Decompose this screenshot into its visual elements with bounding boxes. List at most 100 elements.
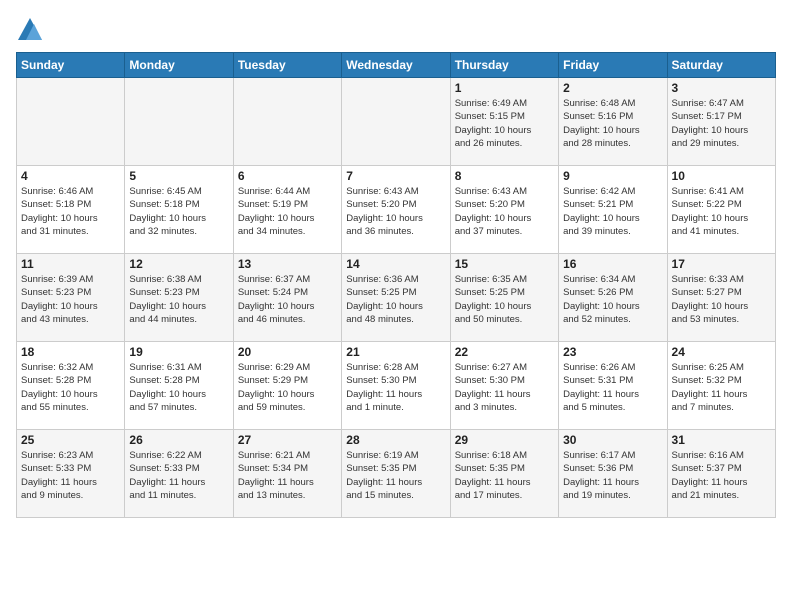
day-info: Sunrise: 6:27 AM Sunset: 5:30 PM Dayligh… bbox=[455, 361, 554, 414]
calendar-cell: 27 Sunrise: 6:21 AM Sunset: 5:34 PM Dayli… bbox=[233, 430, 341, 518]
day-info: Sunrise: 6:43 AM Sunset: 5:20 PM Dayligh… bbox=[346, 185, 445, 238]
calendar-cell: 11 Sunrise: 6:39 AM Sunset: 5:23 PM Dayli… bbox=[17, 254, 125, 342]
weekday-header-row: SundayMondayTuesdayWednesdayThursdayFrid… bbox=[17, 53, 776, 78]
weekday-header-monday: Monday bbox=[125, 53, 233, 78]
day-number: 27 bbox=[238, 433, 337, 447]
day-number: 21 bbox=[346, 345, 445, 359]
day-info: Sunrise: 6:26 AM Sunset: 5:31 PM Dayligh… bbox=[563, 361, 662, 414]
day-info: Sunrise: 6:39 AM Sunset: 5:23 PM Dayligh… bbox=[21, 273, 120, 326]
calendar-cell: 13Sunrise: 6:37 AM Sunset: 5:24 PM Dayli… bbox=[233, 254, 341, 342]
day-number: 14 bbox=[346, 257, 445, 271]
weekday-header-sunday: Sunday bbox=[17, 53, 125, 78]
calendar-cell: 6 Sunrise: 6:44 AM Sunset: 5:19 PM Daylig… bbox=[233, 166, 341, 254]
day-number: 18 bbox=[21, 345, 120, 359]
day-number: 4 bbox=[21, 169, 120, 183]
day-number: 11 bbox=[21, 257, 120, 271]
day-info: Sunrise: 6:33 AM Sunset: 5:27 PM Dayligh… bbox=[672, 273, 771, 326]
weekday-header-tuesday: Tuesday bbox=[233, 53, 341, 78]
calendar-cell: 21 Sunrise: 6:28 AM Sunset: 5:30 PM Dayli… bbox=[342, 342, 450, 430]
day-info: Sunrise: 6:42 AM Sunset: 5:21 PM Dayligh… bbox=[563, 185, 662, 238]
day-number: 12 bbox=[129, 257, 228, 271]
calendar-week-row: 11 Sunrise: 6:39 AM Sunset: 5:23 PM Dayli… bbox=[17, 254, 776, 342]
day-info: Sunrise: 6:38 AM Sunset: 5:23 PM Dayligh… bbox=[129, 273, 228, 326]
calendar-cell: 12 Sunrise: 6:38 AM Sunset: 5:23 PM Dayli… bbox=[125, 254, 233, 342]
calendar-cell: 15Sunrise: 6:35 AM Sunset: 5:25 PM Dayli… bbox=[450, 254, 558, 342]
day-number: 28 bbox=[346, 433, 445, 447]
day-info: Sunrise: 6:23 AM Sunset: 5:33 PM Dayligh… bbox=[21, 449, 120, 502]
calendar-cell bbox=[125, 78, 233, 166]
logo-icon bbox=[16, 16, 44, 44]
calendar-cell: 1 Sunrise: 6:49 AM Sunset: 5:15 PM Daylig… bbox=[450, 78, 558, 166]
calendar-week-row: 18Sunrise: 6:32 AM Sunset: 5:28 PM Dayli… bbox=[17, 342, 776, 430]
day-number: 9 bbox=[563, 169, 662, 183]
calendar-week-row: 1 Sunrise: 6:49 AM Sunset: 5:15 PM Daylig… bbox=[17, 78, 776, 166]
calendar-cell: 2 Sunrise: 6:48 AM Sunset: 5:16 PM Daylig… bbox=[559, 78, 667, 166]
calendar-week-row: 4 Sunrise: 6:46 AM Sunset: 5:18 PM Daylig… bbox=[17, 166, 776, 254]
day-number: 8 bbox=[455, 169, 554, 183]
day-info: Sunrise: 6:25 AM Sunset: 5:32 PM Dayligh… bbox=[672, 361, 771, 414]
day-number: 30 bbox=[563, 433, 662, 447]
day-number: 24 bbox=[672, 345, 771, 359]
calendar-cell bbox=[342, 78, 450, 166]
calendar-table: SundayMondayTuesdayWednesdayThursdayFrid… bbox=[16, 52, 776, 518]
day-number: 10 bbox=[672, 169, 771, 183]
calendar-cell: 24 Sunrise: 6:25 AM Sunset: 5:32 PM Dayli… bbox=[667, 342, 775, 430]
calendar-cell bbox=[17, 78, 125, 166]
day-info: Sunrise: 6:28 AM Sunset: 5:30 PM Dayligh… bbox=[346, 361, 445, 414]
calendar-cell: 19 Sunrise: 6:31 AM Sunset: 5:28 PM Dayli… bbox=[125, 342, 233, 430]
day-number: 25 bbox=[21, 433, 120, 447]
day-info: Sunrise: 6:48 AM Sunset: 5:16 PM Dayligh… bbox=[563, 97, 662, 150]
day-number: 2 bbox=[563, 81, 662, 95]
day-number: 29 bbox=[455, 433, 554, 447]
day-info: Sunrise: 6:19 AM Sunset: 5:35 PM Dayligh… bbox=[346, 449, 445, 502]
day-number: 15 bbox=[455, 257, 554, 271]
calendar-cell: 3Sunrise: 6:47 AM Sunset: 5:17 PM Daylig… bbox=[667, 78, 775, 166]
calendar-cell: 20 Sunrise: 6:29 AM Sunset: 5:29 PM Dayli… bbox=[233, 342, 341, 430]
day-number: 22 bbox=[455, 345, 554, 359]
calendar-cell bbox=[233, 78, 341, 166]
day-number: 23 bbox=[563, 345, 662, 359]
calendar-cell: 14 Sunrise: 6:36 AM Sunset: 5:25 PM Dayli… bbox=[342, 254, 450, 342]
day-number: 17 bbox=[672, 257, 771, 271]
day-info: Sunrise: 6:49 AM Sunset: 5:15 PM Dayligh… bbox=[455, 97, 554, 150]
day-info: Sunrise: 6:21 AM Sunset: 5:34 PM Dayligh… bbox=[238, 449, 337, 502]
day-info: Sunrise: 6:37 AM Sunset: 5:24 PM Dayligh… bbox=[238, 273, 337, 326]
day-info: Sunrise: 6:43 AM Sunset: 5:20 PM Dayligh… bbox=[455, 185, 554, 238]
day-number: 7 bbox=[346, 169, 445, 183]
calendar-cell: 4 Sunrise: 6:46 AM Sunset: 5:18 PM Daylig… bbox=[17, 166, 125, 254]
day-info: Sunrise: 6:29 AM Sunset: 5:29 PM Dayligh… bbox=[238, 361, 337, 414]
weekday-header-saturday: Saturday bbox=[667, 53, 775, 78]
day-info: Sunrise: 6:22 AM Sunset: 5:33 PM Dayligh… bbox=[129, 449, 228, 502]
calendar-cell: 17 Sunrise: 6:33 AM Sunset: 5:27 PM Dayli… bbox=[667, 254, 775, 342]
calendar-cell: 30 Sunrise: 6:17 AM Sunset: 5:36 PM Dayli… bbox=[559, 430, 667, 518]
calendar-cell: 5Sunrise: 6:45 AM Sunset: 5:18 PM Daylig… bbox=[125, 166, 233, 254]
day-info: Sunrise: 6:34 AM Sunset: 5:26 PM Dayligh… bbox=[563, 273, 662, 326]
day-info: Sunrise: 6:17 AM Sunset: 5:36 PM Dayligh… bbox=[563, 449, 662, 502]
day-info: Sunrise: 6:31 AM Sunset: 5:28 PM Dayligh… bbox=[129, 361, 228, 414]
day-number: 20 bbox=[238, 345, 337, 359]
calendar-cell: 18Sunrise: 6:32 AM Sunset: 5:28 PM Dayli… bbox=[17, 342, 125, 430]
day-number: 3 bbox=[672, 81, 771, 95]
calendar-cell: 9 Sunrise: 6:42 AM Sunset: 5:21 PM Daylig… bbox=[559, 166, 667, 254]
day-info: Sunrise: 6:45 AM Sunset: 5:18 PM Dayligh… bbox=[129, 185, 228, 238]
calendar-cell: 22 Sunrise: 6:27 AM Sunset: 5:30 PM Dayli… bbox=[450, 342, 558, 430]
calendar-cell: 29 Sunrise: 6:18 AM Sunset: 5:35 PM Dayli… bbox=[450, 430, 558, 518]
calendar-cell: 16Sunrise: 6:34 AM Sunset: 5:26 PM Dayli… bbox=[559, 254, 667, 342]
day-number: 6 bbox=[238, 169, 337, 183]
calendar-cell: 8 Sunrise: 6:43 AM Sunset: 5:20 PM Daylig… bbox=[450, 166, 558, 254]
day-info: Sunrise: 6:44 AM Sunset: 5:19 PM Dayligh… bbox=[238, 185, 337, 238]
day-info: Sunrise: 6:41 AM Sunset: 5:22 PM Dayligh… bbox=[672, 185, 771, 238]
day-info: Sunrise: 6:36 AM Sunset: 5:25 PM Dayligh… bbox=[346, 273, 445, 326]
calendar-cell: 7 Sunrise: 6:43 AM Sunset: 5:20 PM Daylig… bbox=[342, 166, 450, 254]
day-info: Sunrise: 6:18 AM Sunset: 5:35 PM Dayligh… bbox=[455, 449, 554, 502]
day-number: 26 bbox=[129, 433, 228, 447]
day-number: 19 bbox=[129, 345, 228, 359]
calendar-cell: 10 Sunrise: 6:41 AM Sunset: 5:22 PM Dayli… bbox=[667, 166, 775, 254]
day-number: 1 bbox=[455, 81, 554, 95]
calendar-cell: 25 Sunrise: 6:23 AM Sunset: 5:33 PM Dayli… bbox=[17, 430, 125, 518]
weekday-header-wednesday: Wednesday bbox=[342, 53, 450, 78]
logo bbox=[16, 16, 48, 44]
page-header bbox=[16, 16, 776, 44]
day-info: Sunrise: 6:46 AM Sunset: 5:18 PM Dayligh… bbox=[21, 185, 120, 238]
calendar-cell: 28 Sunrise: 6:19 AM Sunset: 5:35 PM Dayli… bbox=[342, 430, 450, 518]
